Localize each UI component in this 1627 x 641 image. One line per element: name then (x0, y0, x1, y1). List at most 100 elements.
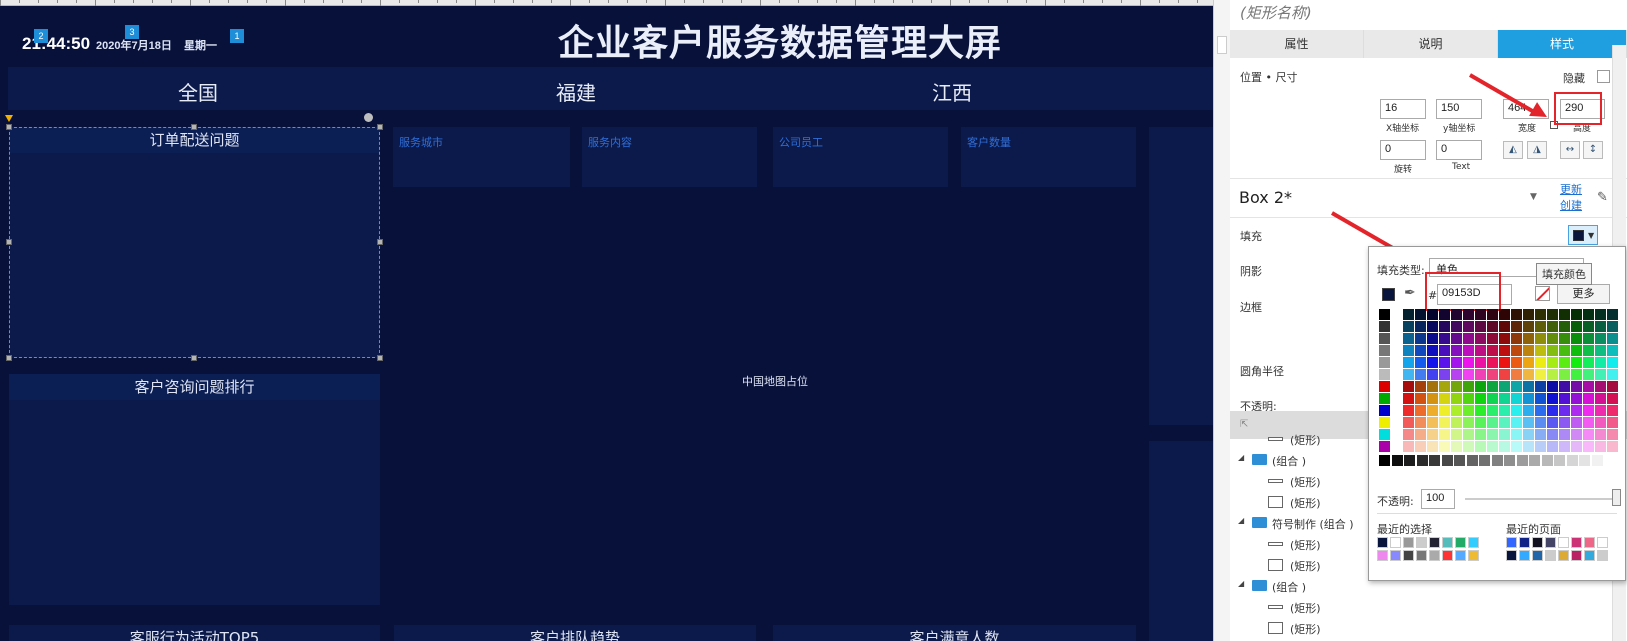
distribute-horizontal-icon[interactable]: ↔ (1560, 141, 1580, 159)
region-jiangxi[interactable]: 江西 (932, 77, 972, 106)
color-swatch[interactable] (1607, 405, 1618, 416)
color-swatch[interactable] (1535, 429, 1546, 440)
recent-color-swatch[interactable] (1377, 537, 1388, 548)
resize-handle[interactable] (6, 239, 12, 245)
gray-swatch[interactable] (1579, 455, 1590, 466)
color-swatch[interactable] (1403, 393, 1414, 404)
color-swatch[interactable] (1607, 369, 1618, 380)
color-swatch[interactable] (1403, 357, 1414, 368)
recent-color-swatch[interactable] (1506, 537, 1517, 548)
color-swatch[interactable] (1523, 393, 1534, 404)
recent-color-swatch[interactable] (1532, 537, 1543, 548)
color-swatch[interactable] (1415, 405, 1426, 416)
color-swatch[interactable] (1379, 441, 1390, 452)
recent-color-swatch[interactable] (1416, 550, 1427, 561)
color-swatch[interactable] (1487, 405, 1498, 416)
color-swatch[interactable] (1427, 369, 1438, 380)
color-swatch[interactable] (1439, 321, 1450, 332)
color-swatch[interactable] (1511, 417, 1522, 428)
color-swatch[interactable] (1451, 345, 1462, 356)
color-swatch[interactable] (1379, 345, 1390, 356)
panel-right-upper[interactable] (1149, 127, 1213, 425)
color-swatch[interactable] (1403, 417, 1414, 428)
color-swatch[interactable] (1475, 417, 1486, 428)
color-swatch[interactable] (1439, 381, 1450, 392)
color-swatch[interactable] (1583, 417, 1594, 428)
color-swatch[interactable] (1427, 321, 1438, 332)
gray-swatch[interactable] (1529, 455, 1540, 466)
color-swatch[interactable] (1511, 393, 1522, 404)
gray-swatch[interactable] (1516, 455, 1528, 466)
color-swatch[interactable] (1547, 309, 1558, 320)
color-swatch[interactable] (1511, 333, 1522, 344)
shape-name-field[interactable]: (矩形名称) (1240, 2, 1312, 23)
hide-checkbox[interactable] (1597, 70, 1610, 83)
color-swatch[interactable] (1379, 405, 1390, 416)
color-swatch[interactable] (1523, 309, 1534, 320)
grayscale-palette[interactable] (1369, 455, 1627, 469)
color-swatch[interactable] (1451, 357, 1462, 368)
color-swatch[interactable] (1607, 357, 1618, 368)
color-swatch[interactable] (1547, 441, 1558, 452)
panel-right-lower[interactable] (1149, 441, 1213, 641)
gray-swatch[interactable] (1416, 455, 1428, 466)
color-swatch[interactable] (1403, 345, 1414, 356)
color-swatch[interactable] (1475, 393, 1486, 404)
color-swatch[interactable] (1523, 405, 1534, 416)
color-swatch[interactable] (1451, 405, 1462, 416)
color-swatch[interactable] (1475, 369, 1486, 380)
color-swatch[interactable] (1499, 309, 1510, 320)
gray-swatch[interactable] (1604, 455, 1615, 466)
color-swatch[interactable] (1535, 345, 1546, 356)
color-swatch[interactable] (1463, 333, 1474, 344)
color-swatch[interactable] (1571, 441, 1582, 452)
color-swatch[interactable] (1439, 405, 1450, 416)
color-swatch[interactable] (1595, 357, 1606, 368)
recent-color-swatch[interactable] (1584, 537, 1595, 548)
color-swatch[interactable] (1463, 417, 1474, 428)
layer-item[interactable]: (矩形) (1230, 535, 1370, 553)
layer-group[interactable]: ◢ 符号制作 (组合 ) (1230, 514, 1370, 532)
color-swatch[interactable] (1499, 441, 1510, 452)
color-swatch[interactable] (1511, 405, 1522, 416)
color-swatch[interactable] (1559, 333, 1570, 344)
color-swatch[interactable] (1523, 417, 1534, 428)
color-swatch[interactable] (1559, 429, 1570, 440)
color-swatch[interactable] (1439, 357, 1450, 368)
color-swatch[interactable] (1439, 417, 1450, 428)
color-swatch[interactable] (1511, 381, 1522, 392)
gray-swatch[interactable] (1466, 455, 1478, 466)
color-swatch[interactable] (1571, 309, 1582, 320)
color-swatch[interactable] (1583, 357, 1594, 368)
color-swatch[interactable] (1487, 441, 1498, 452)
layer-item[interactable]: (矩形) (1230, 556, 1370, 574)
color-swatch[interactable] (1415, 417, 1426, 428)
color-swatch[interactable] (1451, 321, 1462, 332)
color-swatch[interactable] (1487, 345, 1498, 356)
color-swatch[interactable] (1571, 369, 1582, 380)
color-swatch[interactable] (1451, 369, 1462, 380)
color-swatch[interactable] (1607, 393, 1618, 404)
gray-swatch[interactable] (1391, 455, 1403, 466)
distribute-vertical-icon[interactable]: ↕ (1583, 141, 1603, 159)
recent-color-swatch[interactable] (1532, 550, 1543, 561)
recent-color-swatch[interactable] (1468, 537, 1479, 548)
color-swatch[interactable] (1403, 429, 1414, 440)
color-swatch[interactable] (1559, 417, 1570, 428)
color-swatch[interactable] (1415, 309, 1426, 320)
color-swatch[interactable] (1475, 333, 1486, 344)
color-swatch[interactable] (1583, 393, 1594, 404)
color-swatch[interactable] (1463, 441, 1474, 452)
popup-opacity-input[interactable]: 100 (1421, 489, 1455, 509)
scrollbar-thumb[interactable] (1217, 36, 1227, 54)
color-swatch[interactable] (1475, 405, 1486, 416)
panel-consult-rank[interactable]: 客户咨询问题排行 (9, 374, 380, 605)
gray-swatch[interactable] (1404, 455, 1415, 466)
color-swatch[interactable] (1523, 369, 1534, 380)
marker-badge-3[interactable]: 3 (125, 25, 139, 39)
color-swatch[interactable] (1439, 429, 1450, 440)
color-swatch[interactable] (1595, 417, 1606, 428)
color-swatch[interactable] (1463, 429, 1474, 440)
color-swatch[interactable] (1559, 381, 1570, 392)
color-swatch[interactable] (1535, 441, 1546, 452)
